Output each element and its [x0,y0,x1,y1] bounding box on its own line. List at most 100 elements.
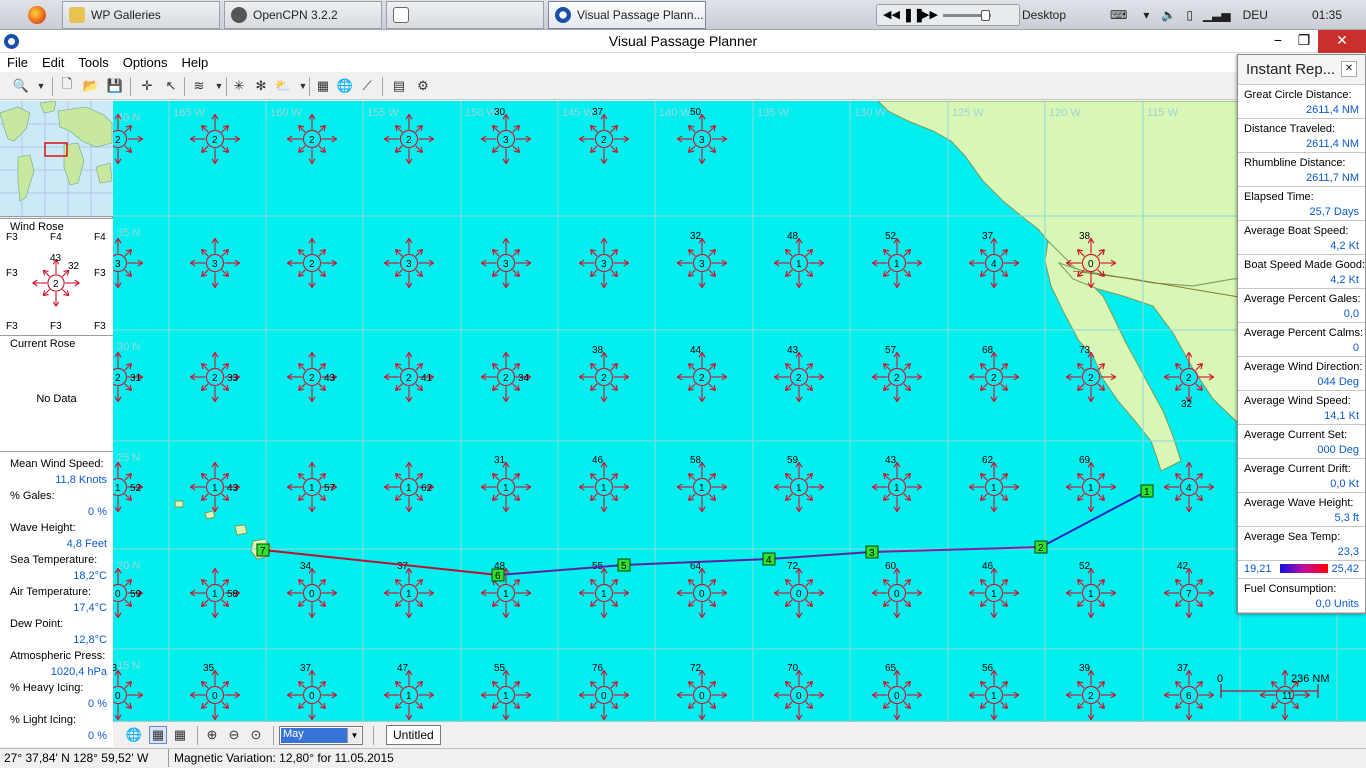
chevron-down-icon[interactable]: ▾ [1143,8,1149,22]
select-arrow-icon[interactable]: ↖ [162,77,180,95]
zoom-in-icon[interactable]: ⊕ [203,726,221,744]
close-icon[interactable]: ✕ [1341,61,1357,77]
taskbar-button-opencpn[interactable]: OpenCPN 3.2.2 [224,1,382,29]
wind-rose-marker[interactable]: 0 60 [872,561,922,618]
wind-rose-marker[interactable]: 0 34 [287,561,337,618]
volume-knob[interactable] [981,10,990,21]
waypoint-marker[interactable]: 5 [617,558,631,572]
wind-rose-marker[interactable]: 1 58 [190,568,240,618]
wind-rose-marker[interactable]: 1 56 [969,663,1019,720]
wind-rose-marker[interactable]: 1 43 [190,462,240,512]
desktop-label[interactable]: Desktop [1022,8,1066,22]
wind-rose-marker[interactable]: 1 46 [579,455,629,512]
wind-rose-marker[interactable]: 6 37 [1164,663,1214,720]
document-tab[interactable]: Untitled [386,725,441,745]
wind-rose-marker[interactable]: 2 68 [969,345,1019,402]
maximize-button[interactable]: ❐ [1290,30,1318,53]
keyboard-icon[interactable]: ⌨ [1110,8,1127,22]
wind-rose-marker[interactable]: 0 65 [872,663,922,720]
menu-file[interactable]: File [0,53,35,72]
wind-rose-marker[interactable]: 0 59 [113,568,143,618]
taskbar-button-visual-passage-planner[interactable]: Visual Passage Plann... [548,1,706,29]
wind-rose-marker[interactable]: 1 46 [969,561,1019,618]
save-icon[interactable]: 💾 [106,77,124,95]
wind-rose-marker[interactable]: 2 [190,114,240,164]
new-file-icon[interactable]: 🗋 [58,76,76,95]
battery-icon[interactable]: ▯ [1186,8,1193,22]
zoom-out-icon[interactable]: ⊖ [225,726,243,744]
clock[interactable]: 01:35 [1312,8,1342,22]
close-button[interactable]: ✕ [1318,30,1366,53]
wind-rose-marker[interactable]: 148 [481,561,531,618]
wind-rose-marker[interactable]: 2 [384,114,434,164]
wind-rose-marker[interactable]: 0 76 [579,663,629,720]
waypoint-marker[interactable]: 7 [256,543,270,557]
settings-tool-icon[interactable]: ⚙ [414,77,432,95]
wind-rose-marker[interactable]: 4 37 [969,231,1019,288]
previous-track-icon[interactable]: ◀◀ [883,8,900,21]
chart-canvas[interactable]: 165 W 160 W 155 W 150 W 145 W 140 W 135 W 130 W… [113,101,1366,721]
wind-rose-marker[interactable]: 2 38 [579,345,629,402]
current-rose-tool-icon[interactable]: ✻ [252,77,270,95]
dropdown-arrow-icon[interactable]: ▼ [32,77,50,95]
wind-rose-marker[interactable]: 1 62 [384,462,434,512]
zoom-fit-icon[interactable]: ⊙ [247,726,265,744]
isobar-tool-icon[interactable]: ⛅ [274,77,292,95]
firefox-icon[interactable] [28,6,46,24]
add-waypoint-icon[interactable]: ✛ [138,77,156,95]
wind-rose-marker[interactable]: 1 59 [774,455,824,512]
route-tool-icon[interactable]: ≋ [190,77,208,95]
minimize-button[interactable]: − [1264,30,1292,53]
menu-edit[interactable]: Edit [35,53,71,72]
wind-rose-marker[interactable]: 3 [384,238,434,288]
wind-rose-marker[interactable]: 0 35 [190,663,240,720]
wind-rose-marker[interactable]: 1 57 [287,462,337,512]
wind-rose-tool-icon[interactable]: ✳ [230,77,248,95]
wind-rose-marker[interactable]: 1 43 [872,455,922,512]
speaker-icon[interactable]: 🔈 [1161,8,1176,22]
next-track-icon[interactable]: ▶▶ [921,8,938,21]
chevron-down-icon[interactable]: ▼ [347,728,361,743]
menu-tools[interactable]: Tools [71,53,115,72]
table-view-icon[interactable]: ▦ [171,726,189,744]
wind-rose-marker[interactable]: 3 [190,238,240,288]
waypoint-marker[interactable]: 4 [762,552,776,566]
wind-rose-marker[interactable]: 2 41 [384,352,434,402]
wind-rose-marker[interactable]: 2 39 [1066,663,1116,720]
waypoint-marker[interactable]: 3 [865,545,879,559]
wind-rose-marker[interactable]: 2 [287,238,337,288]
wind-rose-marker[interactable]: 1 58 [677,455,727,512]
chart-map[interactable]: 165 W 160 W 155 W 150 W 145 W 140 W 135 W 130 W… [113,101,1366,721]
wind-rose-marker[interactable]: 0 72 [677,663,727,720]
wind-rose-marker[interactable]: 3 [579,238,629,288]
grid-icon[interactable]: ▦ [314,77,332,95]
wind-rose-marker[interactable]: 148 [774,231,824,288]
wind-rose-marker[interactable]: 1 55 [481,663,531,720]
wind-rose-marker[interactable]: 2 33 [190,352,240,402]
waypoint-marker[interactable]: 1 [1140,484,1154,498]
menu-help[interactable]: Help [175,53,216,72]
track-line-icon[interactable]: ⟋ [358,77,376,95]
wind-rose-marker[interactable]: 1 62 [969,455,1019,512]
waypoint-marker[interactable]: 2 [1034,540,1048,554]
wind-rose-marker[interactable]: 3 32 [677,231,727,288]
wind-rose-marker[interactable]: 2 44 [677,345,727,402]
report-icon[interactable]: ▤ [390,77,408,95]
waypoint-marker[interactable]: 6 [491,568,505,582]
language-indicator[interactable]: DEU [1243,8,1268,22]
taskbar-button-window[interactable] [386,1,544,29]
wind-rose-marker[interactable]: 1 31 [481,455,531,512]
taskbar-button-wp-galleries[interactable]: WP Galleries [62,1,220,29]
wind-rose-marker[interactable]: 1 52 [872,231,922,288]
wind-rose-marker[interactable]: 0 37 [287,663,337,720]
wind-rose-marker[interactable]: 1 52 [1066,561,1116,618]
wind-rose-marker[interactable]: 7 42 [1164,561,1214,618]
signal-icon[interactable]: ▁▃▅ [1203,8,1231,22]
overview-minimap[interactable] [0,101,113,217]
wind-rose-marker[interactable]: 4 [1164,462,1214,512]
wind-rose-marker[interactable]: 3 [481,238,531,288]
wind-rose-marker[interactable]: 2 [287,114,337,164]
grid-view-icon[interactable]: ▦ [149,726,167,744]
wind-rose-marker[interactable]: 2 57 [872,345,922,402]
wind-rose-marker[interactable]: 2 34 [481,352,531,402]
